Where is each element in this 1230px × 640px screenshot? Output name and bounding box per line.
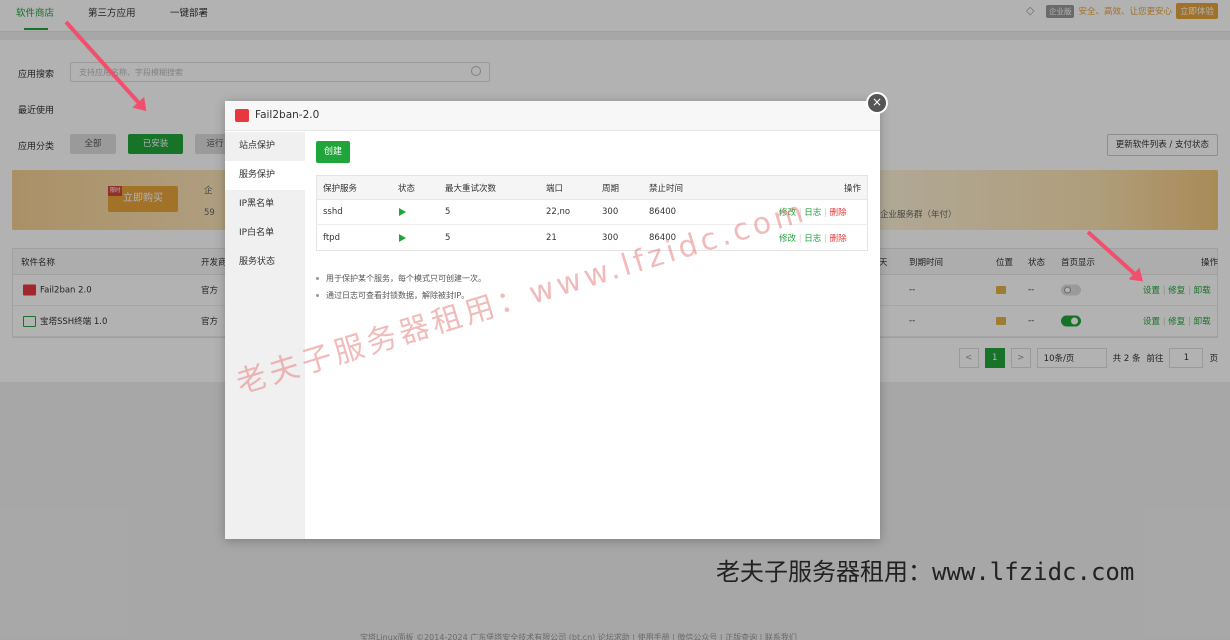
side-service-status[interactable]: 服务状态 (225, 248, 305, 277)
period: 300 (602, 207, 619, 217)
side-service-protection[interactable]: 服务保护 (225, 161, 305, 190)
tip-item: 用于保护某个服务，每个模式只可创建一次。 (316, 273, 486, 284)
side-ip-blacklist[interactable]: IP黑名单 (225, 190, 305, 219)
port: 22,no (546, 207, 571, 217)
create-button[interactable]: 创建 (316, 141, 350, 163)
header-port: 端口 (546, 183, 564, 194)
side-ip-whitelist[interactable]: IP白名单 (225, 219, 305, 248)
port: 21 (546, 232, 557, 243)
delete-link[interactable]: 删除 (830, 208, 847, 218)
dialog-title: Fail2ban-2.0 (255, 109, 320, 121)
close-icon[interactable]: × (866, 92, 888, 114)
service-name: ftpd (323, 232, 340, 243)
side-site-protection[interactable]: 站点保护 (225, 132, 305, 161)
max-retries: 5 (445, 232, 451, 243)
running-icon (399, 208, 406, 216)
fail2ban-icon (235, 109, 249, 122)
fail2ban-dialog: Fail2ban-2.0 站点保护 服务保护 IP黑名单 IP白名单 服务状态 … (225, 101, 880, 539)
running-icon (399, 233, 406, 242)
delete-link[interactable]: 删除 (830, 234, 847, 244)
log-link[interactable]: 日志 (804, 234, 821, 244)
ban-time: 86400 (649, 207, 677, 217)
header-status: 状态 (398, 183, 416, 194)
dialog-sidebar: 站点保护 服务保护 IP黑名单 IP白名单 服务状态 (225, 132, 305, 539)
caption-watermark: 老夫子服务器租用：www.lfzidc.com (716, 558, 1135, 586)
header-ban-time: 禁止时间 (649, 183, 684, 194)
dialog-titlebar: Fail2ban-2.0 (225, 101, 880, 131)
service-name: sshd (323, 207, 343, 217)
header-actions: 操作 (844, 183, 862, 194)
header-service: 保护服务 (323, 183, 358, 194)
header-max-retries: 最大重试次数 (445, 183, 497, 194)
max-retries: 5 (445, 207, 451, 217)
header-period: 周期 (602, 183, 620, 194)
